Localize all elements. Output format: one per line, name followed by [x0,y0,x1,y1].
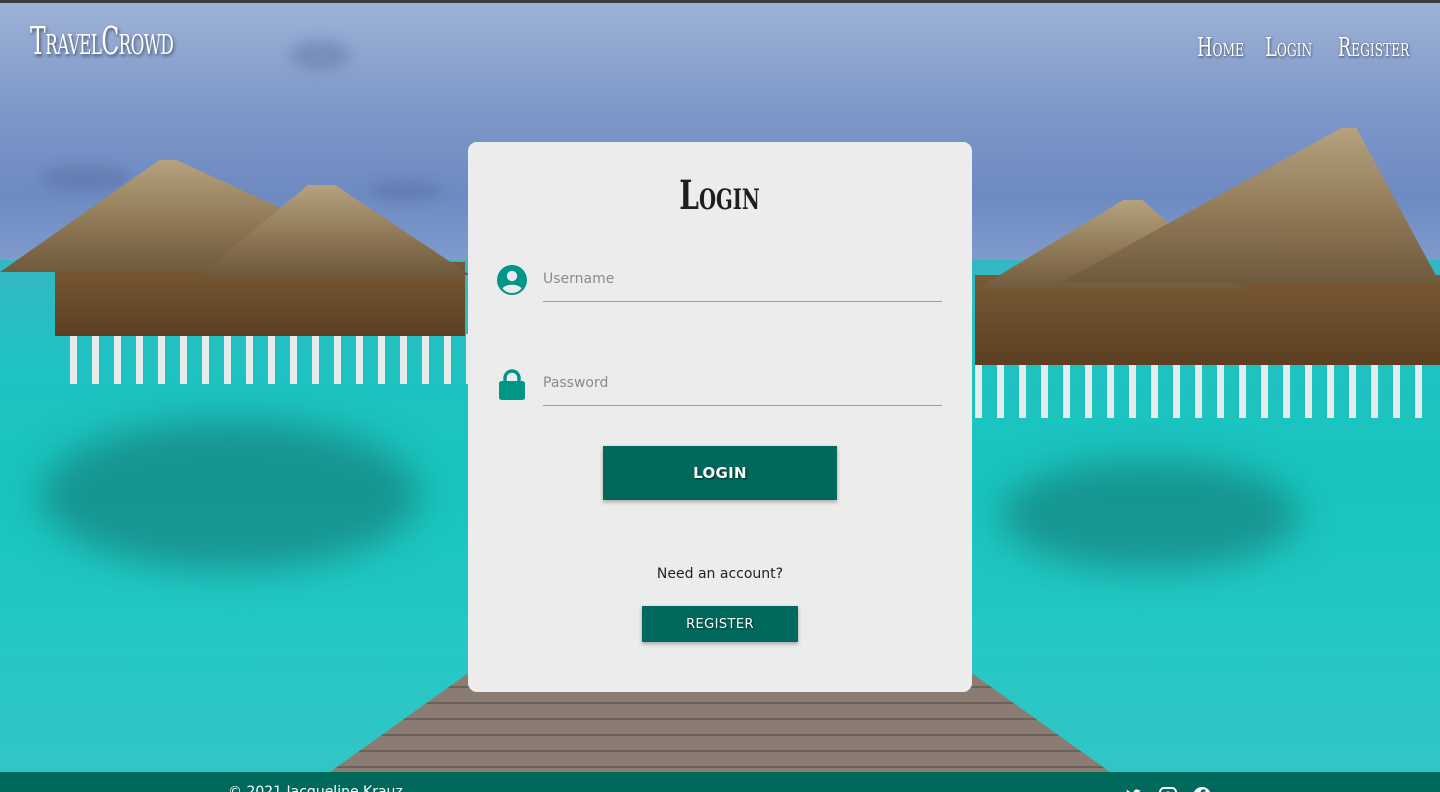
login-card: Login Login Need an account? Register [468,142,972,692]
social-links [1124,786,1212,792]
cloud [370,180,440,200]
username-input[interactable] [543,262,942,296]
cloud [40,165,130,191]
password-input[interactable] [543,366,942,400]
brand-logo[interactable]: TravelCrowd [30,19,174,63]
login-title: Login [679,172,761,219]
password-underline [543,405,942,406]
header: TravelCrowd Home Login Register [0,3,1440,93]
need-account-text: Need an account? [656,566,784,582]
footer: © 2021 Jacqueline Krauz [0,772,1440,792]
account-circle-icon [497,265,527,295]
twitter-icon[interactable] [1124,786,1144,792]
main-nav: Home Login Register [1198,33,1412,63]
copyright-text: © 2021 Jacqueline Krauz [228,784,403,792]
nav-login[interactable]: Login [1265,33,1312,63]
login-button[interactable]: Login [603,446,837,500]
top-border [0,0,1440,3]
facebook-icon[interactable] [1192,786,1212,792]
reef-shadow [40,420,420,570]
username-field [496,256,942,302]
instagram-icon[interactable] [1158,786,1178,792]
lock-icon [499,369,525,400]
password-field [496,360,942,406]
reef-shadow [1000,460,1300,570]
username-underline [543,301,942,302]
nav-home[interactable]: Home [1198,33,1245,63]
register-button[interactable]: Register [642,606,798,642]
nav-register[interactable]: Register [1338,33,1410,63]
